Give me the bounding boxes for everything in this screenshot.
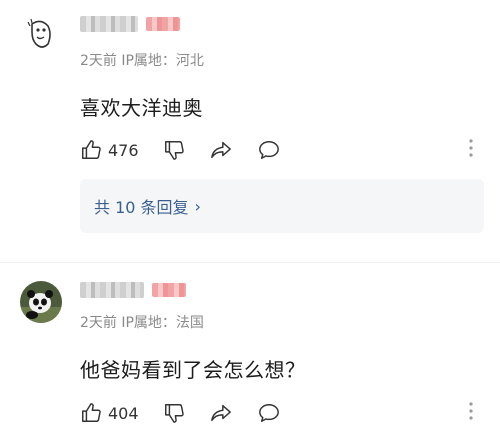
share-arrow-icon xyxy=(210,141,231,159)
share-button[interactable] xyxy=(209,139,233,161)
like-count: 404 xyxy=(108,403,139,423)
sketch-face-avatar-icon xyxy=(20,14,62,56)
view-replies-button[interactable]: 共 10 条回复 › xyxy=(80,179,484,233)
username-blurred[interactable] xyxy=(80,16,138,32)
replies-label: 共 10 条回复 xyxy=(94,198,189,217)
username-row[interactable] xyxy=(80,16,180,32)
username-row[interactable] xyxy=(80,282,186,298)
share-arrow-icon xyxy=(210,404,231,422)
thumbs-down-icon xyxy=(164,404,184,423)
divider xyxy=(0,262,500,263)
user-badge-blurred xyxy=(146,17,180,31)
dislike-button[interactable] xyxy=(163,402,185,424)
comment-bubble-icon xyxy=(258,404,279,422)
thumbs-up-icon xyxy=(82,140,101,159)
comment-text: 喜欢大洋迪奥 xyxy=(80,96,203,120)
more-vertical-icon xyxy=(469,139,473,157)
thumbs-up-icon xyxy=(82,403,101,422)
share-button[interactable] xyxy=(209,402,233,424)
like-button[interactable]: 476 xyxy=(80,139,139,161)
reply-button[interactable] xyxy=(257,139,281,161)
thumbs-down-icon xyxy=(164,141,184,160)
more-options-button[interactable] xyxy=(468,400,474,426)
like-count: 476 xyxy=(108,140,139,160)
comment-actions: 404 xyxy=(80,400,482,426)
avatar[interactable] xyxy=(20,14,62,56)
comment-text: 他爸妈看到了会怎么想？ xyxy=(80,358,306,382)
avatar[interactable] xyxy=(20,281,62,323)
reply-button[interactable] xyxy=(257,402,281,424)
comment-meta: 2天前 IP属地：法国 xyxy=(80,315,204,331)
comment-meta: 2天前 IP属地：河北 xyxy=(80,53,204,69)
panda-avatar-icon xyxy=(20,281,62,323)
more-options-button[interactable] xyxy=(468,137,474,163)
comment-actions: 476 xyxy=(80,137,482,163)
like-button[interactable]: 404 xyxy=(80,402,139,424)
dislike-button[interactable] xyxy=(163,139,185,161)
chevron-right-icon: › xyxy=(194,196,201,216)
user-badge-blurred xyxy=(152,283,186,297)
more-vertical-icon xyxy=(469,402,473,420)
comment-bubble-icon xyxy=(258,141,279,159)
username-blurred[interactable] xyxy=(80,282,144,298)
